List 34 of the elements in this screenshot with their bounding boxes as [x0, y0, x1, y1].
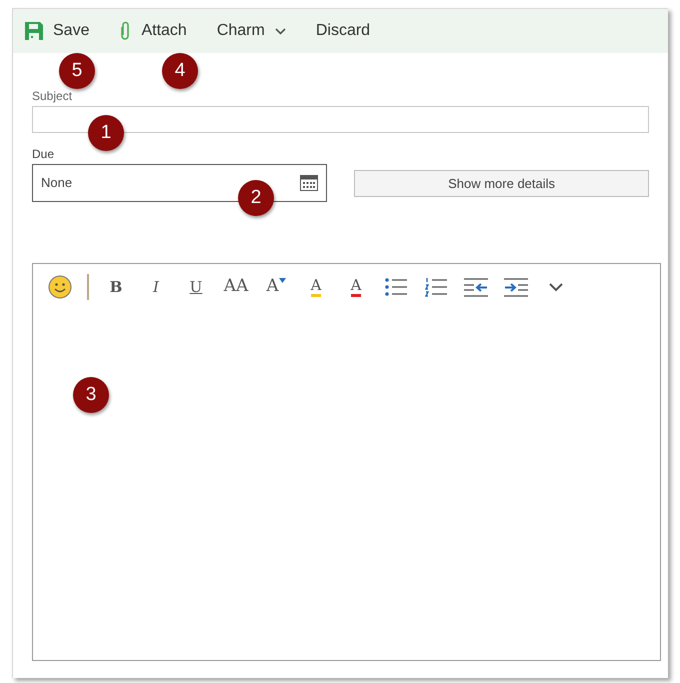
save-button[interactable]: Save [25, 19, 90, 43]
callout-marker: 2 [238, 180, 274, 216]
italic-button[interactable]: I [143, 272, 169, 302]
field-value: None [41, 174, 72, 192]
menu-button[interactable]: Charm [216, 19, 286, 43]
smiley-button-icon[interactable] [48, 275, 72, 299]
calendar-icon [300, 175, 318, 191]
triangle-icon [278, 278, 286, 283]
font-color-button[interactable]: A [343, 272, 369, 302]
button-label: Charm [216, 21, 265, 41]
chevron-down-icon [274, 28, 286, 34]
discard-button[interactable]: Discard [316, 19, 370, 43]
indent-button-icon[interactable] [504, 277, 528, 297]
field-label: Due [32, 147, 56, 162]
callout-marker: 3 [73, 377, 109, 413]
attach-button[interactable]: Attach [119, 19, 187, 43]
field-label: Subject [32, 89, 74, 104]
grow-font-button[interactable]: A [263, 272, 289, 302]
outdent-button-icon[interactable] [464, 277, 488, 297]
button-label: Save [53, 21, 90, 41]
underline-button[interactable]: U [183, 272, 209, 302]
callout-marker: 1 [88, 115, 124, 151]
highlight-button[interactable]: A [303, 272, 329, 302]
numbered-list-button-icon[interactable] [425, 277, 447, 297]
button-label: Attach [141, 21, 187, 41]
callout-marker: 5 [59, 53, 95, 89]
show-more-details-button[interactable]: Show more details [354, 170, 649, 197]
bullet-list-button-icon[interactable] [385, 277, 407, 297]
bold-button[interactable]: B [103, 272, 129, 302]
font-size-button[interactable]: AA [223, 272, 249, 302]
callout-marker: 4 [162, 53, 198, 89]
paperclip-icon [119, 21, 132, 41]
chevron-down-button-icon[interactable] [549, 282, 563, 292]
toolbar-separator [87, 274, 89, 300]
